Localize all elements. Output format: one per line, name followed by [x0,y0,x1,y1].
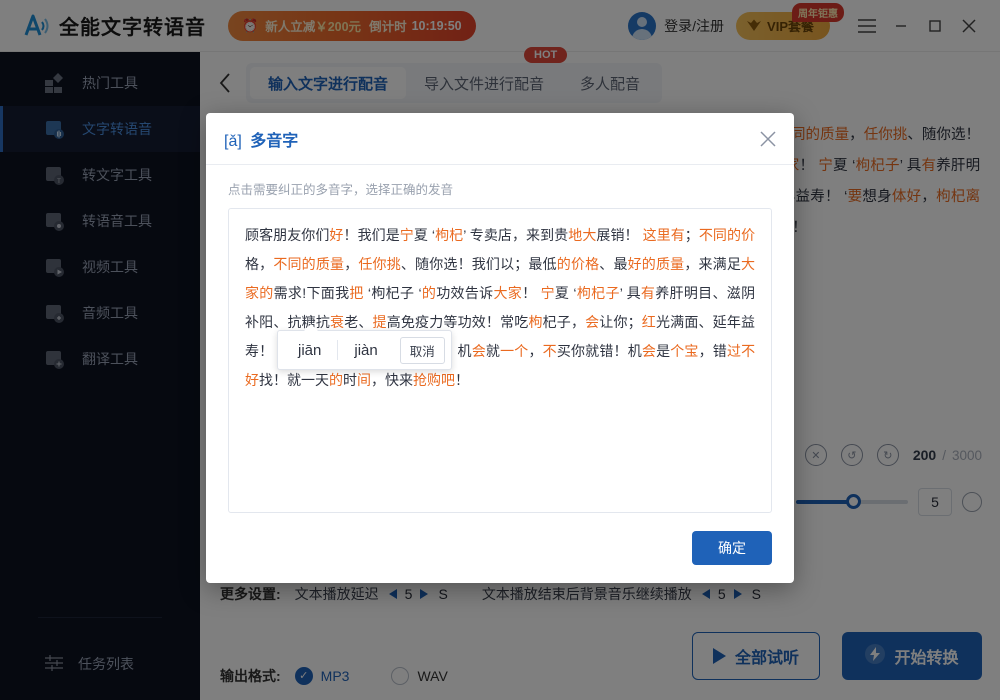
plain-token: 顾客朋友你们 [245,227,330,243]
polyphone-token[interactable]: 抢购吧 [413,372,455,388]
plain-token: ， [528,343,543,359]
plain-token: ！我们是 [343,227,400,243]
plain-token: 老、 [344,314,373,330]
plain-token: ，快来 [371,372,413,388]
polyphone-token[interactable]: 的 [422,285,437,301]
phonetic-tag: [ǎ] [224,132,242,150]
polyphone-token[interactable]: 大家 [493,285,522,301]
polyphone-token[interactable]: 的 [329,372,343,388]
polyphone-token[interactable]: 红 [642,314,656,330]
dialog-text-box[interactable]: 顾客朋友你们好！我们是宁夏 ‘枸杞’ 专卖店，来到贵地大展销！ 这里有；不同的价… [228,208,772,513]
polyphone-token[interactable]: 枸 [528,314,542,330]
polyphone-token[interactable]: 好 [329,227,343,243]
polyphone-token[interactable]: 会 [585,314,599,330]
pinyin-option-0[interactable]: jiān [284,336,335,364]
polyphone-token[interactable]: 间 [357,372,371,388]
polyphone-token[interactable]: 这里有 [643,227,685,243]
plain-token: 夏 ‘ [554,285,577,301]
app-window: 全能文字转语音 ⏰ 新人立减 ￥200元 倒计时 10:19:50 登录/注册 … [0,0,1000,700]
polyphone-token[interactable]: 不同的质量 [273,256,344,272]
plain-token: ； [684,227,699,243]
polyphone-token[interactable]: 个宝 [670,343,698,359]
dialog-header: [ǎ] 多音字 [206,113,794,165]
pinyin-cancel-button[interactable]: 取消 [399,336,445,364]
polyphone-token[interactable]: 地大 [568,227,596,243]
plain-token: 找！就一天 [259,372,329,388]
plain-token: 功效告诉 [436,285,494,301]
polyphone-token[interactable]: 衰 [330,314,344,330]
plain-token: 高免疫力等功效！常吃 [386,314,529,330]
polyphone-token[interactable]: 枸杞 [435,227,463,243]
plain-token: 时 [343,372,357,388]
plain-token: 是 [656,343,671,359]
plain-token: ，来满足 [684,256,742,272]
dialog-title: [ǎ] 多音字 [224,127,298,151]
polyphone-token[interactable]: 任你挑 [358,256,401,272]
plain-token: 格， [245,256,274,272]
confirm-button[interactable]: 确定 [692,531,772,565]
plain-token: ！ [455,372,469,388]
plain-token: ！ [522,285,541,301]
polyphone-token[interactable]: 提 [373,314,387,330]
plain-token: 买你就错！机 [556,343,642,359]
polyphone-token[interactable]: 枸杞子 [577,285,620,301]
plain-token: 展销！ [596,227,643,243]
polyphone-token[interactable]: 宁 [541,285,555,301]
polyphone-token[interactable]: 会 [642,343,656,359]
plain-token: 需求!下面我 [273,285,350,301]
polyphone-token[interactable]: 宁 [400,227,414,243]
plain-token: ， [344,256,359,272]
polyphone-token[interactable]: 不同的价 [699,227,755,243]
plain-token: 夏 ‘ [413,227,435,243]
plain-token: 杞子， [542,314,586,330]
polyphone-token[interactable]: 把 [349,285,363,301]
polyphone-token[interactable]: 的价格 [557,256,600,272]
plain-token: 就 [485,343,501,359]
close-icon[interactable] [758,129,778,149]
polyphone-token[interactable]: 会 [472,343,486,359]
dialog-title-text: 多音字 [250,132,299,150]
polyphone-token[interactable]: 有 [641,285,655,301]
pinyin-popup: jiān jiàn 取消 [277,324,452,370]
plain-token: ，错 [698,343,727,359]
plain-token: ’ 具 [619,285,641,301]
plain-token: 、随你选！我们以；最低 [400,256,557,272]
dialog-footer: 确定 [206,513,794,583]
dialog-subtitle: 点击需要纠正的多音字，选择正确的发音 [228,183,454,197]
plain-token: 、最 [599,256,628,272]
plain-token: ‘枸杞子 ‘ [363,285,422,301]
polyphone-dialog: [ǎ] 多音字 点击需要纠正的多音字，选择正确的发音 顾客朋友你们好！我们是宁夏… [206,113,794,583]
polyphone-token[interactable]: 好的质量 [628,256,685,272]
polyphone-token[interactable]: 一个 [500,343,528,359]
polyphone-token[interactable]: 不 [543,343,557,359]
plain-token: ’ 专卖店，来到贵 [463,227,569,243]
plain-token: 让你； [599,314,642,330]
pinyin-separator [337,340,339,360]
pinyin-option-1[interactable]: jiàn [340,336,391,364]
